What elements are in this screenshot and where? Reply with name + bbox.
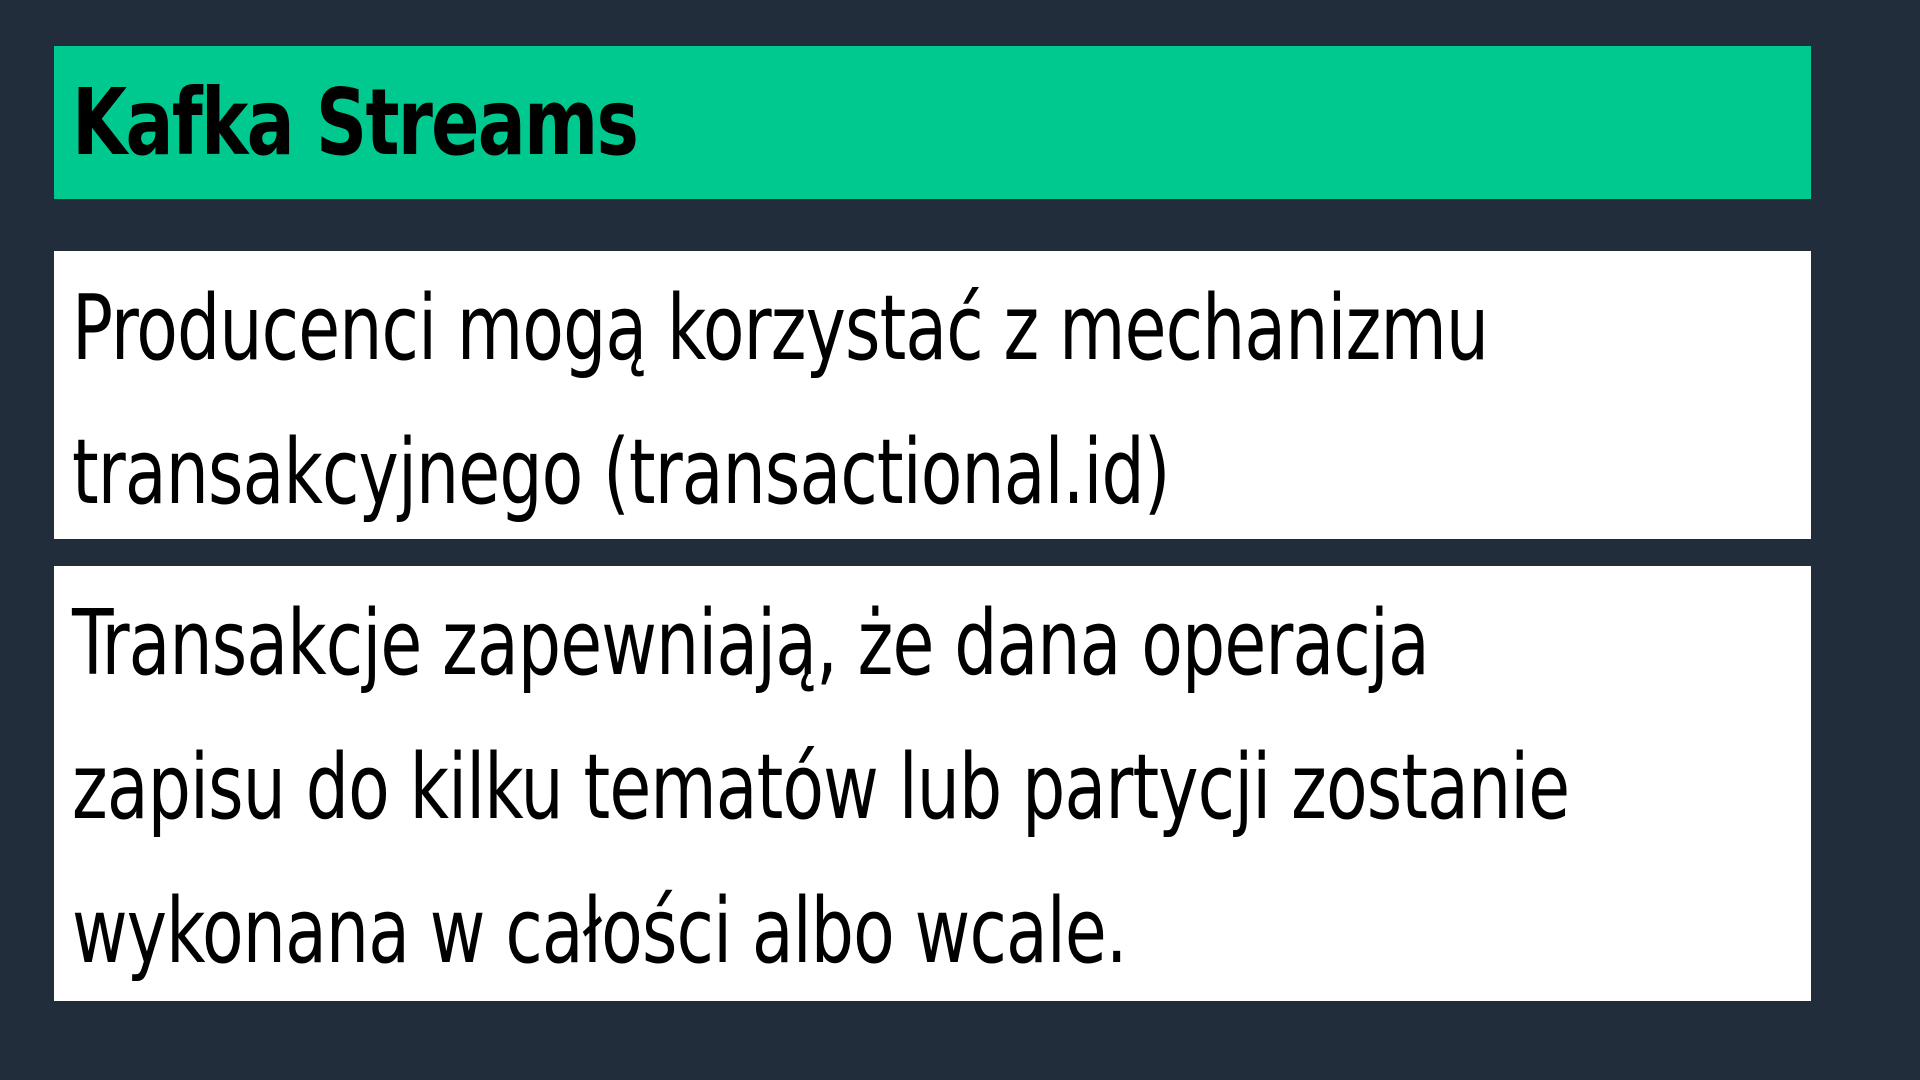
slide: Kafka Streams Producenci mogą korzystać … (0, 0, 1920, 1080)
text-line: Transakcje zapewniają, że dana operacja (72, 591, 1430, 696)
text-box-transactional-producer: Producenci mogą korzystać z mechanizmu t… (54, 251, 1811, 539)
text-line: transakcyjnego (transactional.id) (72, 420, 1170, 525)
text-box-transactions: Transakcje zapewniają, że dana operacja … (54, 566, 1811, 1001)
text-line: Producenci mogą korzystać z mechanizmu (72, 276, 1489, 381)
title-bar: Kafka Streams (54, 46, 1811, 199)
text-line: wykonana w całości albo wcale. (72, 879, 1128, 984)
slide-title: Kafka Streams (72, 69, 639, 176)
text-line: zapisu do kilku tematów lub partycji zos… (72, 735, 1570, 840)
